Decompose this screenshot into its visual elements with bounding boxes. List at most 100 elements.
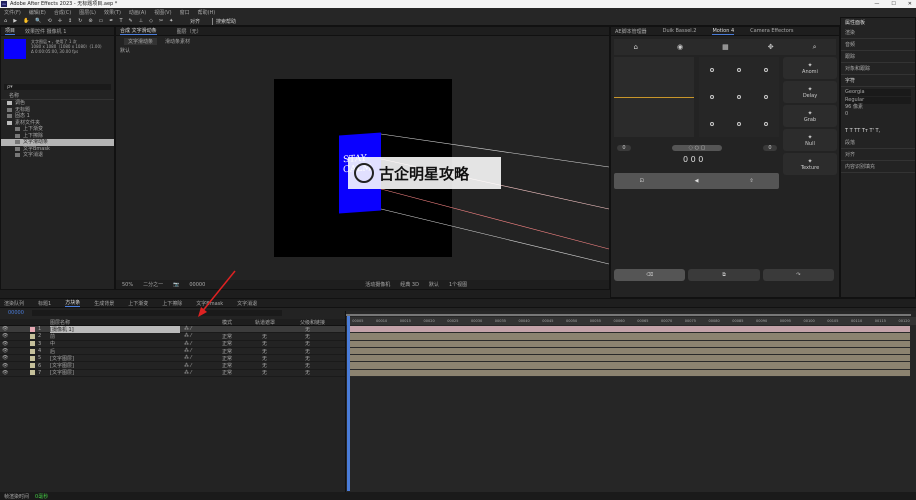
home-icon[interactable]: ⌂ (634, 43, 638, 51)
tracking-field[interactable]: 0 (845, 111, 911, 118)
grid-icon[interactable]: ▦ (722, 43, 729, 51)
menu-item-8[interactable]: 帮助(H) (198, 9, 216, 16)
anchor-point-button[interactable] (736, 94, 741, 99)
label-color[interactable] (30, 355, 35, 361)
motion-texture-button[interactable]: ✦ Texture (783, 153, 837, 175)
snapshot-icon[interactable]: 📷 (173, 282, 179, 288)
search-icon[interactable]: ⌕ (813, 43, 817, 52)
mode-dropdown[interactable]: 正常 (222, 362, 232, 369)
layer-name[interactable]: 中 (50, 340, 55, 347)
switches[interactable]: ⁂ ⁄ (184, 370, 191, 376)
timeline-tab-3[interactable]: 生成背景 (94, 300, 114, 307)
track-matte-dropdown[interactable]: 无 (262, 348, 267, 355)
tab-effect-controls[interactable]: 效果控件 摄像机 1 (25, 28, 66, 35)
clone-icon[interactable]: ⊥ (139, 18, 143, 24)
anchor-point-button[interactable] (736, 68, 741, 73)
close-button[interactable]: ✕ (908, 0, 912, 8)
tab-project[interactable]: 项目 (5, 27, 16, 35)
motion-tab-1[interactable]: Duik Bassel.2 (663, 28, 697, 34)
parent-dropdown[interactable]: 无 (305, 340, 310, 347)
mode-dropdown[interactable]: 正常 (222, 340, 232, 347)
menu-item-7[interactable]: 窗口 (180, 9, 190, 16)
pin-icon[interactable]: ✦ (169, 18, 173, 24)
help-search[interactable]: 搜索帮助 (212, 18, 236, 25)
rectangle-icon[interactable]: ▭ (99, 18, 104, 24)
anchor-point-button[interactable] (763, 121, 768, 126)
layer-name[interactable]: 前 (50, 333, 55, 340)
track-matte-dropdown[interactable]: 无 (262, 355, 267, 362)
mode-dropdown[interactable]: 正常 (222, 348, 232, 355)
layer-name[interactable]: [摄像机 1] (50, 325, 180, 333)
label-color[interactable] (30, 370, 35, 376)
arrow-left-icon[interactable]: ◀ (695, 178, 699, 184)
view-mode-dropdown[interactable]: 默认 (429, 281, 439, 288)
motion-tab-0[interactable]: AE脚本管理器 (615, 28, 647, 35)
views-dropdown[interactable]: 1个视图 (449, 281, 467, 288)
snap-label[interactable]: 对齐 (190, 18, 200, 25)
layer-name[interactable]: 后 (50, 348, 55, 355)
menu-item-0[interactable]: 文件(F) (4, 9, 21, 16)
motion-grab-button[interactable]: ✦ Grab (783, 105, 837, 127)
label-color[interactable] (30, 341, 35, 347)
properties-section[interactable]: 对齐 (841, 149, 915, 161)
anchor-point-button[interactable] (736, 121, 741, 126)
zoom-icon[interactable]: 🔍 (35, 18, 41, 24)
timeline-tab-1[interactable]: 标题1 (38, 300, 51, 307)
layer-duration-bar[interactable] (348, 333, 910, 341)
track-matte-dropdown[interactable]: 无 (262, 340, 267, 347)
orbit-icon[interactable]: ⟲ (48, 18, 52, 24)
menu-item-3[interactable]: 图层(L) (79, 9, 96, 16)
mode-toggle[interactable]: ◌ ○ ▢ (672, 145, 722, 151)
font-style-dropdown[interactable]: Regular (845, 97, 911, 104)
layer-duration-bar[interactable] (348, 347, 910, 356)
pen-icon[interactable]: ✒ (109, 18, 113, 24)
anchor-point-button[interactable] (763, 68, 768, 73)
menu-item-5[interactable]: 动画(A) (129, 9, 146, 16)
parent-dropdown[interactable]: 无 (305, 355, 310, 362)
menu-item-4[interactable]: 效果(T) (104, 9, 121, 16)
copy-button[interactable]: ⧉ (688, 269, 760, 281)
project-search-input[interactable]: ρ▾ (4, 84, 111, 90)
parent-dropdown[interactable]: 无 (305, 369, 310, 376)
properties-section[interactable]: 字符 (841, 75, 915, 87)
label-color[interactable] (30, 326, 35, 332)
resolution-dropdown[interactable]: 二分之一 (143, 281, 163, 288)
ink-icon[interactable]: ◉ (677, 43, 683, 51)
timeline-timecode[interactable]: 00000 (8, 310, 24, 316)
menu-item-6[interactable]: 视图(V) (154, 9, 171, 16)
zoom-dropdown[interactable]: 50% (122, 282, 133, 288)
properties-section[interactable]: 内容识别填充 (841, 161, 915, 173)
anchor-point-button[interactable] (710, 68, 715, 73)
anchor-point-button[interactable] (710, 121, 715, 126)
visibility-eye-icon[interactable]: 👁 (2, 348, 8, 354)
label-color[interactable] (30, 348, 35, 354)
layer-duration-bar[interactable] (348, 326, 910, 334)
visibility-eye-icon[interactable]: 👁 (2, 370, 8, 376)
properties-section[interactable]: 音频 (841, 39, 915, 51)
col-layer-name[interactable]: 图层名称 (50, 319, 70, 326)
switches[interactable]: ⁂ ⁄ (184, 341, 191, 347)
switches[interactable]: ⁂ ⁄ (184, 333, 191, 339)
comp-breadcrumb-2[interactable]: 滑动条素材 (165, 38, 190, 45)
switches[interactable]: ⁂ ⁄ (184, 348, 191, 354)
parent-dropdown[interactable]: 无 (305, 362, 310, 369)
switches[interactable]: ⁂ ⁄ (184, 326, 191, 332)
timeline-tab-0[interactable]: 渲染队列 (4, 300, 24, 307)
mode-dropdown[interactable]: 正常 (222, 369, 232, 376)
layer-name[interactable]: [文字图层] (50, 362, 74, 369)
parent-dropdown[interactable]: 无 (305, 326, 310, 333)
visibility-eye-icon[interactable]: 👁 (2, 363, 8, 369)
visibility-eye-icon[interactable]: 👁 (2, 341, 8, 347)
properties-section[interactable]: 跟踪 (841, 51, 915, 63)
parent-dropdown[interactable]: 无 (305, 348, 310, 355)
motion-delay-button[interactable]: ✦ Delay (783, 81, 837, 103)
type-icon[interactable]: T (119, 18, 122, 24)
layer-name[interactable]: [文字图层] (50, 369, 74, 376)
easing-graph[interactable] (614, 57, 694, 137)
visibility-eye-icon[interactable]: 👁 (2, 333, 8, 339)
apply-button[interactable]: ⌫ (614, 269, 686, 281)
layer-duration-bar[interactable] (348, 340, 910, 348)
col-track-matte[interactable]: 轨道遮罩 (255, 319, 275, 326)
layer-duration-bar[interactable] (348, 355, 910, 363)
col-parent[interactable]: 父级和链接 (300, 319, 325, 326)
